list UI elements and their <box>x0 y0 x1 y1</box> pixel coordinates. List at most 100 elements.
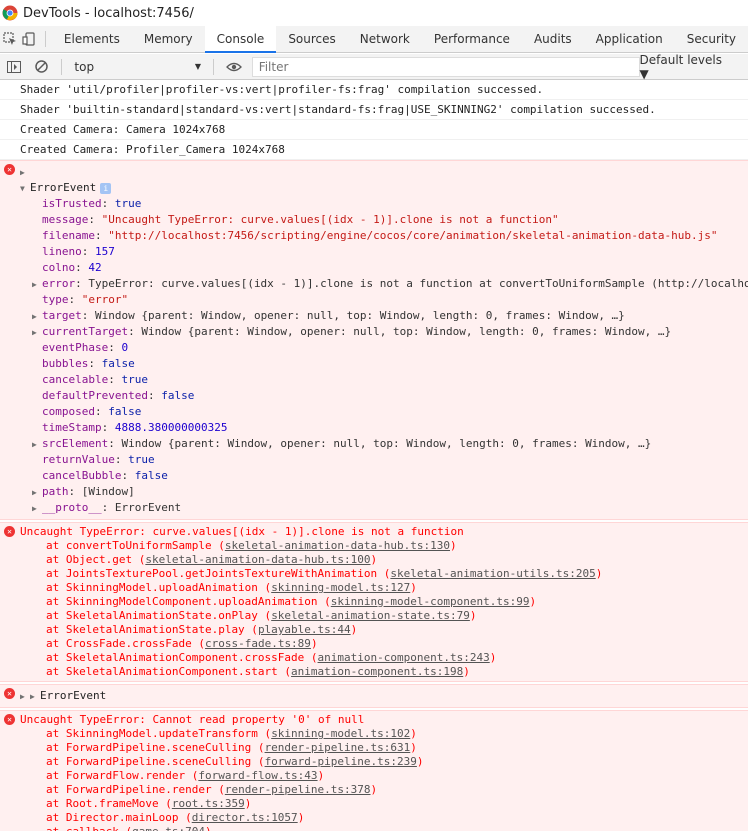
source-link[interactable]: forward-flow.ts:43 <box>198 769 317 782</box>
source-link[interactable]: skeletal-animation-state.ts:79 <box>271 609 470 622</box>
at-keyword: at <box>46 755 66 768</box>
frame-function: SkeletalAnimationState.onPlay <box>65 609 258 622</box>
source-link[interactable]: cross-fade.ts:89 <box>205 637 311 650</box>
stack-frame: at ForwardFlow.render (forward-flow.ts:4… <box>20 769 748 783</box>
event-property[interactable]: ▶ target: Window {parent: Window, opener:… <box>20 308 748 324</box>
stack-frame: at SkeletalAnimationComponent.crossFade … <box>20 651 748 665</box>
filter-input[interactable] <box>251 56 640 77</box>
tab-audits[interactable]: Audits <box>522 26 584 53</box>
source-link[interactable]: skeletal-animation-data-hub.ts:100 <box>145 553 370 566</box>
stack-frame: at SkinningModel.updateTransform (skinni… <box>20 727 748 741</box>
tab-performance[interactable]: Performance <box>422 26 522 53</box>
frame-function: SkinningModel.updateTransform <box>65 727 258 740</box>
frame-function: SkeletalAnimationComponent.start <box>65 665 278 678</box>
sidebar-toggle-icon[interactable] <box>0 53 28 80</box>
event-property: returnValue: true <box>20 452 748 468</box>
collapsed-summary[interactable]: ▶ <box>20 164 748 180</box>
paren: ( <box>211 783 225 796</box>
tab-elements[interactable]: Elements <box>52 26 132 53</box>
expand-triangle-icon[interactable]: ▶ <box>32 485 42 500</box>
property-value: 42 <box>88 261 102 274</box>
at-keyword: at <box>46 665 66 678</box>
frame-function: SkinningModel.uploadAnimation <box>65 581 258 594</box>
event-name: ErrorEvent <box>40 689 107 702</box>
source-link[interactable]: skeletal-animation-utils.ts:205 <box>390 567 595 580</box>
event-property[interactable]: ▶ srcElement: Window {parent: Window, ope… <box>20 436 748 452</box>
tab-console[interactable]: Console <box>204 25 277 53</box>
source-link[interactable]: skinning-model-component.ts:99 <box>331 595 530 608</box>
expand-triangle-icon[interactable]: ▶ <box>20 165 30 180</box>
expand-triangle-icon[interactable]: ▶ <box>32 501 42 516</box>
source-link[interactable]: root.ts:359 <box>172 797 245 810</box>
context-value: top <box>74 59 95 74</box>
event-summary[interactable]: ▶ ▶ ErrorEvent <box>20 688 748 704</box>
at-keyword: at <box>46 651 66 664</box>
paren: ( <box>251 755 265 768</box>
collapse-triangle-icon[interactable]: ▼ <box>20 181 30 196</box>
source-link[interactable]: skinning-model.ts:102 <box>271 727 410 740</box>
title-bar: DevTools - localhost:7456/ <box>0 0 748 26</box>
stack-frame: at ForwardPipeline.render (render-pipeli… <box>20 783 748 797</box>
colon: : <box>94 405 109 418</box>
stack-frame: at ForwardPipeline.sceneCulling (forward… <box>20 755 748 769</box>
frame-function: ForwardFlow.render <box>65 769 186 782</box>
clear-console-icon[interactable] <box>28 53 56 80</box>
paren: ( <box>257 727 272 740</box>
source-link[interactable]: playable.ts:44 <box>258 623 351 636</box>
source-link[interactable]: game.ts:704 <box>132 825 205 831</box>
source-link[interactable]: render-pipeline.ts:631 <box>265 741 411 754</box>
at-keyword: at <box>46 797 66 810</box>
property-value: "error" <box>81 293 129 306</box>
source-link[interactable]: skeletal-animation-data-hub.ts:130 <box>225 539 450 552</box>
context-select[interactable]: top ▼ <box>68 57 207 77</box>
property-key: isTrusted <box>42 197 102 210</box>
tab-security[interactable]: Security <box>675 26 748 53</box>
tab-application[interactable]: Application <box>584 26 675 53</box>
frame-function: ForwardPipeline.render <box>65 783 212 796</box>
stack-frame: at SkinningModelComponent.uploadAnimatio… <box>20 595 748 609</box>
colon: : <box>108 341 122 354</box>
event-property[interactable]: ▶ error: TypeError: curve.values[(idx - 1… <box>20 276 748 292</box>
source-link[interactable]: skinning-model.ts:127 <box>271 581 410 594</box>
tab-memory[interactable]: Memory <box>132 26 205 53</box>
stack-frame: at convertToUniformSample (skeletal-anim… <box>20 539 748 553</box>
event-header[interactable]: ▼ ErrorEvent i <box>20 180 748 196</box>
expand-triangle-icon[interactable]: ▶ <box>32 437 42 452</box>
source-link[interactable]: director.ts:1057 <box>192 811 298 824</box>
source-link[interactable]: render-pipeline.ts:378 <box>225 783 371 796</box>
colon: : <box>75 277 89 290</box>
expand-triangle-icon[interactable]: ▶ <box>32 325 42 340</box>
colon: : <box>101 501 115 514</box>
colon: : <box>68 293 82 306</box>
frame-function: callback <box>66 825 119 831</box>
tab-sources[interactable]: Sources <box>276 26 347 53</box>
device-toolbar-icon[interactable] <box>20 26 40 53</box>
expand-triangle-icon[interactable]: ▶ <box>32 309 42 324</box>
event-property[interactable]: ▶ currentTarget: Window {parent: Window, … <box>20 324 748 340</box>
event-property[interactable]: ▶ path: [Window] <box>20 484 748 500</box>
source-link[interactable]: animation-component.ts:198 <box>291 665 463 678</box>
property-key: __proto__ <box>42 501 102 514</box>
property-value: false <box>108 405 142 418</box>
property-value: 157 <box>95 245 115 258</box>
expand-triangle-icon[interactable]: ▶ <box>30 689 40 704</box>
paren: ) <box>317 769 325 782</box>
stack-frame: at JointsTexturePool.getJointsTextureWit… <box>20 567 748 581</box>
live-expression-eye-icon[interactable] <box>220 53 248 80</box>
colon: : <box>88 213 102 226</box>
uncaught-error-entry: ✕ Uncaught TypeError: curve.values[(idx -… <box>0 522 748 682</box>
error-icon: ✕ <box>4 526 15 537</box>
tab-network[interactable]: Network <box>348 26 422 53</box>
expand-triangle-icon[interactable]: ▶ <box>32 277 42 292</box>
source-link[interactable]: forward-pipeline.ts:239 <box>265 755 417 768</box>
property-value: ErrorEvent <box>114 501 182 514</box>
property-value: Window {parent: Window, opener: null, to… <box>121 437 652 450</box>
source-link[interactable]: animation-component.ts:243 <box>318 651 490 664</box>
event-property[interactable]: ▶ __proto__: ErrorEvent <box>20 500 748 516</box>
log-levels-dropdown[interactable]: Default levels ▼ <box>640 53 748 81</box>
expand-triangle-icon[interactable]: ▶ <box>20 689 30 704</box>
inspect-element-icon[interactable] <box>0 26 20 53</box>
stack-frame: at Director.mainLoop (director.ts:1057) <box>20 811 748 825</box>
frame-function: SkeletalAnimationComponent.crossFade <box>65 651 305 664</box>
error-event-entry[interactable]: ✕ ▶ ▶ ErrorEvent <box>0 684 748 708</box>
